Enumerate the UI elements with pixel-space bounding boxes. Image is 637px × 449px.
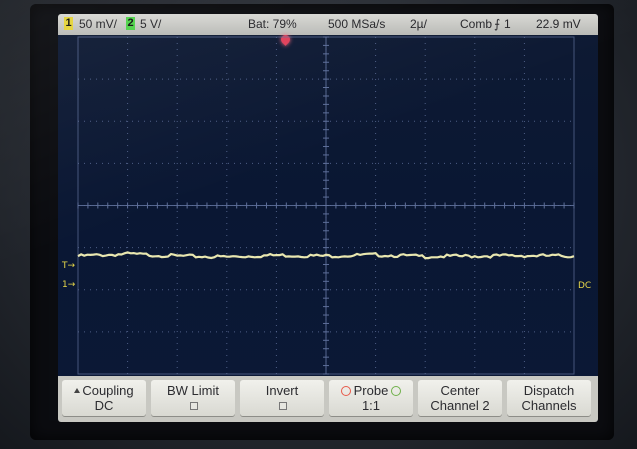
invert-label: Invert (265, 383, 299, 398)
coupling-value: DC (94, 398, 114, 413)
dispatch-softkey[interactable]: Dispatch Channels (507, 380, 591, 416)
invert-checkbox[interactable] (279, 402, 287, 410)
dispatch-value: Channels (521, 398, 577, 413)
dispatch-label: Dispatch (523, 383, 575, 398)
circled-two-icon (391, 386, 402, 396)
dc-coupling-marker: DC (578, 281, 591, 291)
center-value: Channel 2 (430, 398, 490, 413)
coupling-label: Coupling (82, 383, 134, 398)
coupling-softkey[interactable]: Coupling DC (62, 380, 146, 416)
invert-softkey[interactable]: Invert (240, 380, 324, 416)
probe-value: 1:1 (361, 398, 381, 413)
ch1-ground-marker: 1→ (62, 280, 76, 290)
photo-frame: 1 50 mV/ 2 5 V/ Bat: 79% 500 MSa/s 2µ/ C… (0, 0, 637, 449)
center-softkey[interactable]: Center Channel 2 (418, 380, 502, 416)
probe-softkey[interactable]: Probe 1:1 (329, 380, 413, 416)
oscilloscope-screen: 1 50 mV/ 2 5 V/ Bat: 79% 500 MSa/s 2µ/ C… (58, 14, 598, 422)
center-label: Center (440, 383, 480, 398)
waveform-graticule: T→ 1→ DC (61, 36, 591, 375)
triangle-up-icon (74, 388, 81, 393)
bw-limit-label: BW Limit (167, 383, 219, 398)
probe-label: Probe (353, 383, 389, 398)
knob-icon (340, 386, 351, 396)
softkey-menu: Coupling DC BW Limit Invert Probe 1:1 Ce… (58, 376, 598, 422)
bw-limit-softkey[interactable]: BW Limit (151, 380, 235, 416)
trigger-level-marker: T→ (61, 261, 75, 271)
bw-limit-checkbox[interactable] (190, 402, 198, 410)
